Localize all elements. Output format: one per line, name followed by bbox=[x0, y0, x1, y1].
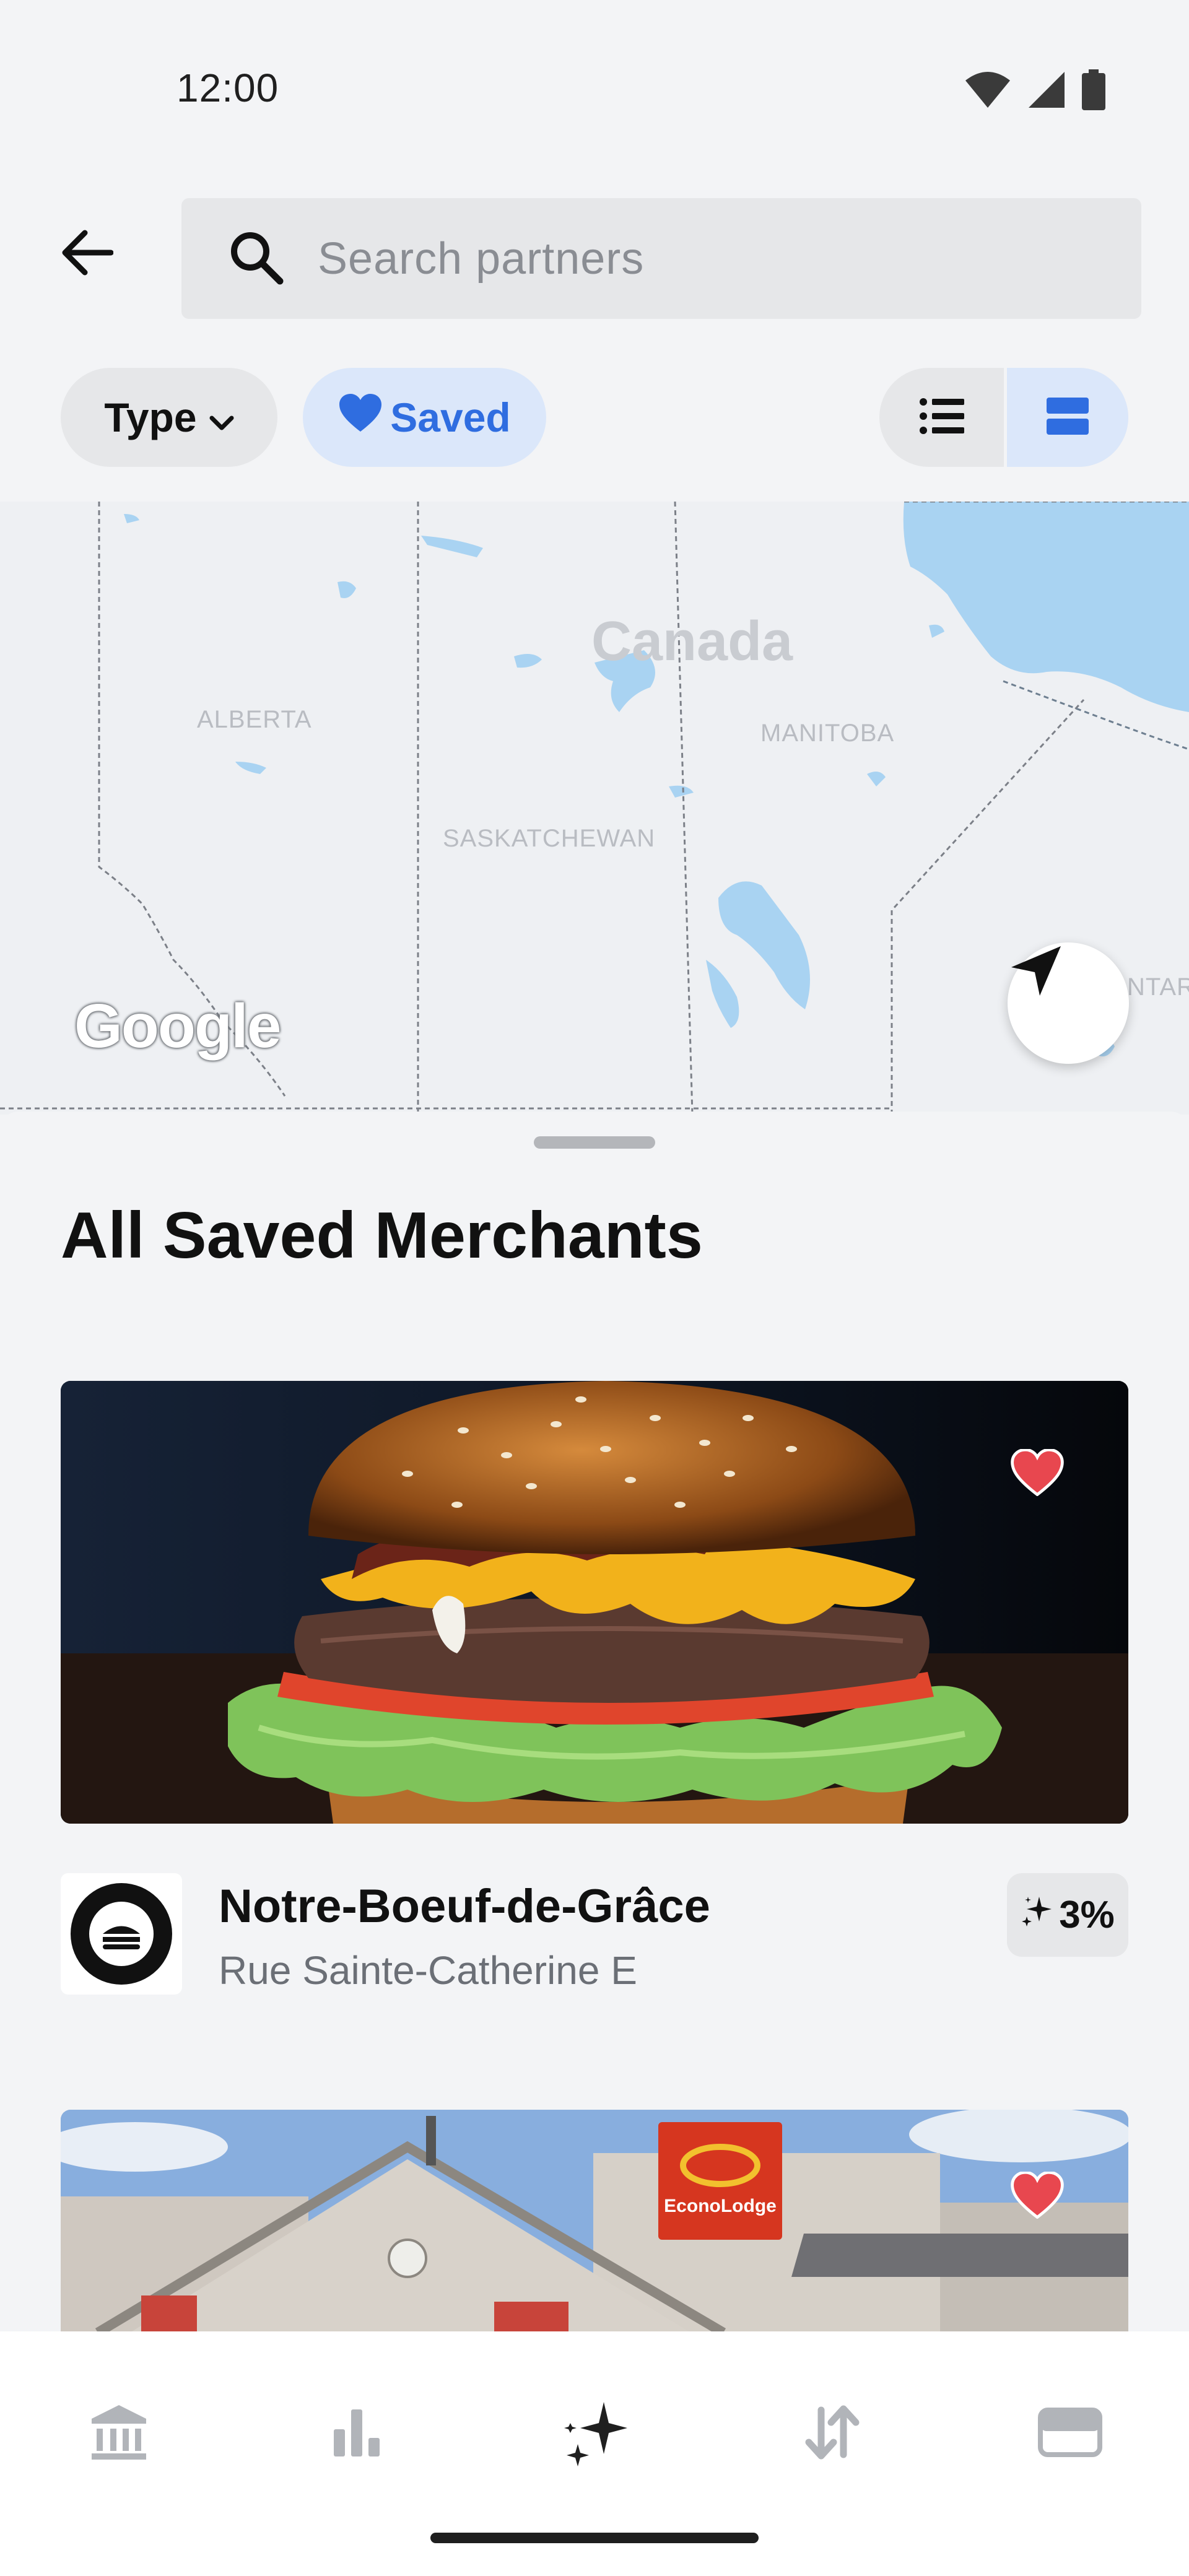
map-region-label: MANITOBA bbox=[760, 720, 895, 747]
merchant-card-image[interactable] bbox=[61, 1381, 1128, 1824]
map-region-label: SASKATCHEWAN bbox=[443, 825, 656, 852]
nav-cards[interactable] bbox=[1021, 2384, 1120, 2483]
bottom-navigation bbox=[0, 2331, 1189, 2576]
map-region-label: NTAR bbox=[1127, 973, 1189, 1001]
cashback-value: 3% bbox=[1059, 1894, 1115, 1936]
heart-filled-icon bbox=[1011, 2170, 1064, 2222]
merchant-sheet: All Saved Merchants Notre-Boeuf-de-Grâce… bbox=[0, 1112, 1189, 2474]
lake-water bbox=[867, 772, 886, 786]
nav-transfers[interactable] bbox=[783, 2384, 882, 2483]
bar-chart-icon bbox=[329, 2404, 385, 2463]
lake-athabasca-water bbox=[421, 536, 483, 557]
status-icons bbox=[964, 69, 1105, 113]
saved-heart-button[interactable] bbox=[1006, 1443, 1068, 1505]
home-indicator[interactable] bbox=[430, 2533, 759, 2543]
battery-icon bbox=[1082, 69, 1105, 113]
list-icon bbox=[919, 397, 964, 438]
nav-insights[interactable] bbox=[307, 2384, 406, 2483]
chevron-down-icon bbox=[209, 394, 234, 441]
notre-boeuf-de-grace-logo bbox=[71, 1883, 172, 1985]
transfer-arrows-icon bbox=[801, 2401, 863, 2466]
sparkle-icon bbox=[1021, 1893, 1054, 1937]
saskatchewan-manitoba-border bbox=[674, 502, 694, 1115]
type-filter-chip[interactable]: Type bbox=[61, 368, 277, 467]
status-bar: 12:00 bbox=[0, 0, 1189, 186]
map-region-label: ALBERTA bbox=[197, 706, 312, 733]
type-chip-label: Type bbox=[104, 394, 197, 440]
lake-water bbox=[669, 785, 694, 798]
hudson-bay-water bbox=[903, 502, 1189, 712]
saved-filter-chip[interactable]: Saved bbox=[303, 368, 546, 467]
cashback-badge: 3% bbox=[1007, 1873, 1128, 1957]
sheet-drag-handle[interactable] bbox=[534, 1136, 655, 1149]
lake-water bbox=[124, 514, 139, 523]
section-title: All Saved Merchants bbox=[61, 1199, 703, 1272]
econolodge-hotel-photo: EconoLodge bbox=[61, 2110, 1128, 2345]
burger-photo bbox=[61, 1381, 1128, 1824]
app-screen: 12:00 Type bbox=[0, 0, 1189, 2576]
card-icon bbox=[1038, 2407, 1102, 2460]
back-button[interactable] bbox=[56, 223, 118, 285]
sparkle-icon bbox=[560, 2398, 629, 2469]
econolodge-sign-text: EconoLodge bbox=[664, 2196, 777, 2216]
google-attribution: Google bbox=[74, 991, 281, 1061]
lake-water bbox=[514, 654, 542, 668]
card-view-button[interactable] bbox=[1004, 368, 1128, 467]
saved-chip-label: Saved bbox=[390, 394, 511, 440]
lake-water bbox=[929, 624, 944, 638]
heart-filled-icon bbox=[1011, 1448, 1064, 1499]
saved-heart-button[interactable] bbox=[1006, 2165, 1068, 2227]
merchant-row[interactable]: Notre-Boeuf-de-Grâce Rue Sainte-Catherin… bbox=[61, 1873, 1128, 1997]
cellular-signal-icon bbox=[1027, 71, 1066, 112]
nav-rewards[interactable] bbox=[545, 2384, 644, 2483]
lake-manitoba-water bbox=[706, 960, 739, 1028]
merchant-address: Rue Sainte-Catherine E bbox=[219, 1948, 637, 1993]
search-box[interactable] bbox=[181, 198, 1141, 319]
search-input[interactable] bbox=[318, 233, 1061, 284]
bank-icon bbox=[88, 2401, 150, 2466]
list-view-button[interactable] bbox=[879, 368, 1004, 467]
arrow-left-icon bbox=[60, 229, 114, 279]
cards-icon bbox=[1047, 397, 1089, 438]
map-view[interactable]: Canada ALBERTA MANITOBA SASKATCHEWAN NTA… bbox=[0, 502, 1189, 1115]
heart-icon bbox=[338, 393, 383, 442]
merchant-logo bbox=[61, 1873, 182, 1995]
merchant-name: Notre-Boeuf-de-Grâce bbox=[219, 1880, 710, 1933]
map-country-label: Canada bbox=[591, 611, 793, 672]
my-location-button[interactable] bbox=[1008, 942, 1129, 1064]
wifi-icon bbox=[964, 71, 1011, 112]
nav-bank[interactable] bbox=[69, 2384, 168, 2483]
merchant-card-image[interactable]: EconoLodge bbox=[61, 2110, 1128, 2345]
lake-water bbox=[338, 581, 356, 598]
lake-water bbox=[235, 762, 266, 774]
status-time: 12:00 bbox=[176, 66, 279, 110]
view-toggle bbox=[879, 368, 1128, 467]
search-icon bbox=[228, 229, 284, 288]
